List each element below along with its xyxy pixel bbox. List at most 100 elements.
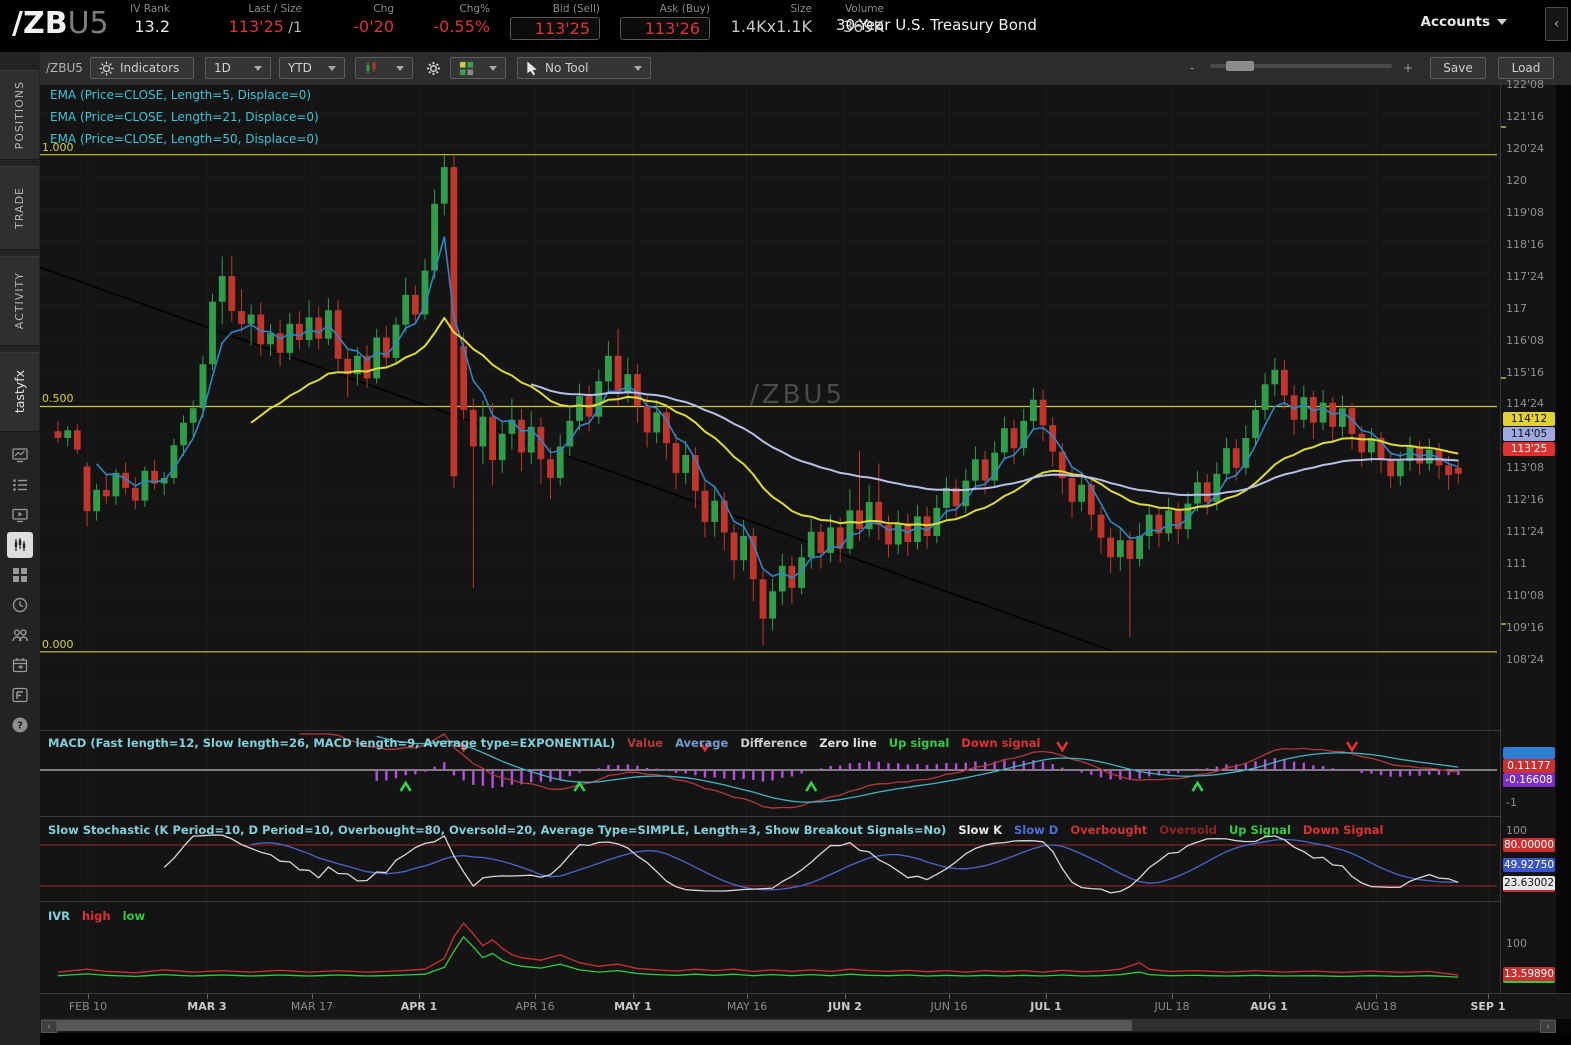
follow-icon[interactable]	[7, 622, 33, 648]
news-icon[interactable]	[7, 442, 33, 468]
history-icon[interactable]	[7, 592, 33, 618]
time-axis-label: JUN 2	[810, 1000, 880, 1013]
time-axis-label: JUL 1	[1011, 1000, 1081, 1013]
accounts-label: Accounts	[1421, 14, 1490, 30]
ivr-title-row: IVR highlow	[48, 909, 145, 923]
quote-field-value[interactable]: 113'26	[620, 17, 710, 40]
time-axis-tick	[312, 994, 313, 999]
futures-icon[interactable]	[7, 682, 33, 708]
legend-item: Slow K	[958, 823, 1002, 837]
time-axis-label: SEP 1	[1453, 1000, 1523, 1013]
scrollbar-thumb[interactable]	[57, 1020, 1132, 1031]
panel-separator[interactable]	[40, 901, 1556, 902]
chart-watermark: /ZBU5	[750, 380, 845, 410]
time-axis-tick	[949, 994, 950, 999]
price-axis-label: 109'16	[1506, 621, 1544, 634]
price-badge--0.16608: -0.16608	[1503, 773, 1555, 787]
price-axis-label: 117	[1506, 302, 1527, 315]
help-icon[interactable]: ?	[7, 712, 33, 738]
panel-separator[interactable]	[40, 816, 1556, 817]
time-axis-tick	[1376, 994, 1377, 999]
indicators-button[interactable]: Indicators	[90, 57, 194, 79]
time-axis-label: AUG 18	[1341, 1000, 1411, 1013]
price-badge-80.00000: 80.00000	[1503, 838, 1555, 852]
load-button[interactable]: Load	[1498, 57, 1554, 79]
price-axis-tick	[1501, 377, 1506, 379]
quote-field-bid-sell-[interactable]: Bid (Sell)113'25	[504, 3, 600, 40]
fib-label-0.000[interactable]: 0.000	[42, 638, 74, 651]
sidebar-tab-positions[interactable]: POSITIONS	[0, 70, 39, 160]
quote-field-value: 1.4Kx1.1K	[731, 17, 812, 36]
drawing-tool-value: No Tool	[545, 61, 588, 75]
quote-field-chg: Chg-0'20	[316, 3, 394, 36]
legend-item: Slow D	[1014, 823, 1058, 837]
time-axis[interactable]: FEB 10MAR 3MAR 17APR 1APR 16MAY 1MAY 16J…	[40, 993, 1571, 1019]
calendar-icon[interactable]	[7, 652, 33, 678]
ivr-panel[interactable]	[40, 902, 1500, 993]
fib-label-1.000[interactable]: 1.000	[42, 141, 74, 154]
quote-field-value: -0.55%	[433, 17, 490, 36]
macd-clipped-badge	[1503, 747, 1555, 759]
time-axis-label: JUL 18	[1137, 1000, 1207, 1013]
grid-layout-dropdown[interactable]	[450, 57, 506, 79]
quote-field-label: Chg%	[459, 3, 490, 15]
zoom-slider-handle[interactable]	[1226, 61, 1254, 71]
quote-header: /ZBU5 IV Rank13.2Last / Size113'25 /1Chg…	[0, 0, 1571, 52]
panel-separator[interactable]	[40, 730, 1556, 731]
sidebar-tab-label: POSITIONS	[13, 81, 26, 149]
zoom-in-button[interactable]: +	[1403, 57, 1415, 79]
range-dropdown[interactable]: YTD	[279, 57, 345, 79]
quote-field-label: Volume	[845, 3, 884, 15]
price-axis-label: 110'08	[1506, 589, 1544, 602]
video-icon[interactable]	[7, 502, 33, 528]
chart-style-dropdown[interactable]	[355, 57, 413, 79]
watchlist-icon[interactable]	[7, 472, 33, 498]
time-axis-label: APR 16	[500, 1000, 570, 1013]
chart-symbol-label: /ZBU5	[46, 57, 83, 79]
quote-field-ask-buy-[interactable]: Ask (Buy)113'26	[614, 3, 710, 40]
quote-field-value[interactable]: 113'25	[510, 17, 600, 40]
chart-scrollbar[interactable]: ‹ ›	[40, 1018, 1556, 1032]
cursor-icon	[526, 61, 539, 76]
scroll-right-button[interactable]: ›	[1540, 1020, 1556, 1033]
quote-field-iv-rank: IV Rank13.2	[100, 3, 170, 36]
price-axis-label: 111	[1506, 557, 1527, 570]
zoom-slider[interactable]	[1210, 64, 1392, 68]
chart-settings-button[interactable]	[421, 57, 445, 79]
ema-label[interactable]: EMA (Price=CLOSE, Length=5, Displace=0)	[50, 88, 311, 102]
ema-label[interactable]: EMA (Price=CLOSE, Length=21, Displace=0)	[50, 110, 319, 124]
price-axis-label: 117'24	[1506, 270, 1544, 283]
svg-text:?: ?	[17, 721, 23, 732]
timeframe-dropdown[interactable]: 1D	[205, 57, 271, 79]
price-axis-label: 122'08	[1506, 78, 1544, 91]
zoom-out-button[interactable]: -	[1190, 57, 1202, 79]
price-axis-label: 111'24	[1506, 525, 1544, 538]
sidebar-tab-trade[interactable]: TRADE	[0, 166, 39, 250]
price-axis-tick	[1501, 126, 1506, 128]
fib-label-0.500[interactable]: 0.500	[42, 392, 74, 405]
sidebar-tab-activity[interactable]: ACTIVITY	[0, 256, 39, 346]
price-badge-114'05: 114'05	[1503, 427, 1555, 441]
quote-field-value: -0'20	[353, 17, 394, 36]
price-badge-13.59890: 13.59890	[1503, 967, 1555, 983]
main-price-chart[interactable]: /ZBU5	[40, 85, 1500, 730]
save-button[interactable]: Save	[1430, 57, 1486, 79]
collapse-panel-button[interactable]: ‹	[1545, 7, 1568, 41]
time-axis-tick	[535, 994, 536, 999]
scroll-left-button[interactable]: ‹	[41, 1020, 57, 1033]
chart-area[interactable]: /ZBU5 EMA (Price=CLOSE, Length=5, Displa…	[40, 85, 1571, 1045]
dashboard-icon[interactable]	[7, 562, 33, 588]
legend-item: Overbought	[1070, 823, 1147, 837]
price-axis-label: 119'08	[1506, 206, 1544, 219]
chart-icon[interactable]	[7, 532, 33, 558]
legend-item: Difference	[740, 736, 807, 750]
accounts-menu[interactable]: Accounts	[1421, 14, 1507, 30]
ema-label[interactable]: EMA (Price=CLOSE, Length=50, Displace=0)	[50, 132, 319, 146]
price-axis[interactable]: 122'08121'16120'24120119'08118'16117'241…	[1500, 85, 1557, 993]
time-axis-tick	[88, 994, 89, 999]
sidebar-tab-tastyfx[interactable]: tastyfx	[0, 352, 39, 432]
drawing-tool-dropdown[interactable]: No Tool	[517, 57, 651, 79]
sidebar-tab-label: tastyfx	[12, 370, 27, 413]
trading-platform-window: /ZBU5 IV Rank13.2Last / Size113'25 /1Chg…	[0, 0, 1571, 1045]
quote-field-size: Size1.4Kx1.1K	[724, 3, 812, 36]
